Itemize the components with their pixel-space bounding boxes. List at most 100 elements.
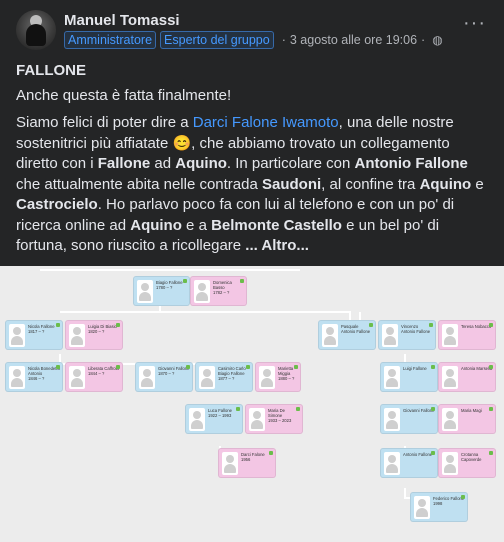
person-silhouette-icon <box>9 366 25 389</box>
record-badge-icon <box>294 365 298 369</box>
record-badge-icon <box>116 365 120 369</box>
smile-emoji-icon: 😊 <box>172 134 192 152</box>
record-badge-icon <box>186 365 190 369</box>
tree-person-card[interactable]: Federico Fallone 1998 <box>410 492 468 522</box>
bold-text: Belmonte Castello <box>211 216 342 234</box>
record-badge-icon <box>489 451 493 455</box>
tree-person-card[interactable]: Antonio Fallone <box>380 448 438 478</box>
author-name[interactable]: Manuel Tomassi <box>64 12 180 29</box>
record-badge-icon <box>56 323 60 327</box>
record-badge-icon <box>296 407 300 411</box>
record-badge-icon <box>183 279 187 283</box>
record-badge-icon <box>240 279 244 283</box>
record-badge-icon <box>236 407 240 411</box>
person-silhouette-icon <box>69 324 85 347</box>
tree-person-card[interactable]: Darci Falone 1956 <box>218 448 276 478</box>
person-silhouette-icon <box>9 324 25 347</box>
person-silhouette-icon <box>222 452 238 475</box>
tree-person-card[interactable]: Crotanna Capoverde <box>438 448 496 478</box>
person-silhouette-icon <box>382 324 398 347</box>
person-dates: 1820 – ? <box>88 329 105 334</box>
body-text-segment: Siamo felici di poter dire a <box>16 114 193 131</box>
meta-separator-2: · <box>421 33 426 47</box>
tree-person-card[interactable]: Marietta Miggia 1880 – ? <box>255 362 301 392</box>
more-options-icon[interactable]: ··· <box>463 12 486 35</box>
record-badge-icon <box>116 323 120 327</box>
tree-person-card[interactable]: Biagio Fallone 1780 – ? <box>133 276 190 306</box>
bold-text: Castrocielo <box>16 196 98 213</box>
record-badge-icon <box>431 365 435 369</box>
body-text-segment: e <box>471 175 484 193</box>
post-timestamp[interactable]: 3 agosto alle ore 19:06 <box>290 33 417 47</box>
bold-text: Antonio Fallone <box>354 155 468 172</box>
record-badge-icon <box>269 451 273 455</box>
body-text-segment: e a <box>181 216 212 234</box>
globe-icon: ◍ <box>432 33 443 47</box>
avatar-figure <box>26 24 46 46</box>
person-dates: 1877 – ? <box>218 376 235 381</box>
person-silhouette-icon <box>322 324 338 347</box>
body-text-segment: . In particolare con <box>226 155 355 172</box>
tree-person-card[interactable]: Giovanni Fallone 1870 – ? <box>135 362 193 392</box>
person-dates: 1870 – ? <box>158 371 175 376</box>
tree-person-card[interactable]: Maria De Simone 1933 – 2023 <box>245 404 303 434</box>
bold-text: Aquino <box>130 216 182 234</box>
tree-person-card[interactable]: Teresa Nobacco <box>438 320 496 350</box>
person-silhouette-icon <box>69 366 85 389</box>
person-silhouette-icon <box>259 366 275 389</box>
tree-person-card[interactable]: Nicola Fallone 1817 – ? <box>5 320 63 350</box>
person-silhouette-icon <box>442 366 458 389</box>
tree-person-card[interactable]: Pasquale Antonio Fallone <box>318 320 376 350</box>
person-dates: 1780 – ? <box>156 285 173 290</box>
post-body: Siamo felici di poter dire a Darci Falon… <box>16 113 494 257</box>
person-dates: 1844 – ? <box>88 371 105 376</box>
body-text-segment: che attualmente abita nelle contrada <box>16 175 262 193</box>
tree-person-card[interactable]: Antonia Marsella <box>438 362 496 392</box>
post-intro: Anche questa è fatta finalmente! <box>16 87 232 104</box>
tree-person-card[interactable]: Vincenzo Antonio Fallone <box>378 320 436 350</box>
see-more-link[interactable]: ... Altro... <box>245 237 309 254</box>
person-dates: 1782 – ? <box>213 290 230 295</box>
person-silhouette-icon <box>137 280 153 303</box>
record-badge-icon <box>461 495 465 499</box>
person-dates: 1956 <box>241 457 251 462</box>
tree-person-card[interactable]: Liberata Caffrola 1844 – ? <box>65 362 123 392</box>
person-silhouette-icon <box>249 408 265 431</box>
record-badge-icon <box>431 407 435 411</box>
family-tree-image[interactable]: Biagio Fallone 1780 – ? Domenica Basso 1782… <box>0 266 504 542</box>
tree-person-card[interactable]: Luigi Fallone <box>380 362 438 392</box>
bold-text: Fallone <box>97 155 151 172</box>
person-silhouette-icon <box>414 496 430 519</box>
person-silhouette-icon <box>442 452 458 475</box>
person-silhouette-icon <box>384 366 400 389</box>
record-badge-icon <box>246 365 250 369</box>
person-silhouette-icon <box>442 324 458 347</box>
person-dates: 1817 – ? <box>28 329 45 334</box>
post-header: Manuel Tomassi Amministratore Esperto de… <box>16 10 492 54</box>
tree-person-card[interactable]: Luigia Di Biasio 1820 – ? <box>65 320 123 350</box>
person-silhouette-icon <box>384 408 400 431</box>
record-badge-icon <box>429 323 433 327</box>
person-silhouette-icon <box>442 408 458 431</box>
badge-group-expert[interactable]: Esperto del gruppo <box>160 31 274 49</box>
bold-text: Aquino <box>175 155 227 172</box>
tree-person-card[interactable]: Domenica Basso 1782 – ? <box>190 276 247 306</box>
record-badge-icon <box>489 407 493 411</box>
person-silhouette-icon <box>199 366 215 389</box>
tree-person-card[interactable]: Casimiro Carlo Biagio Fallone 1877 – ? <box>195 362 253 392</box>
bold-text: Saudoni <box>262 175 322 193</box>
tree-person-card[interactable]: Maria Magi <box>438 404 496 434</box>
post-title: FALLONE <box>16 62 86 79</box>
record-badge-icon <box>431 451 435 455</box>
person-dates: 1998 <box>433 501 443 506</box>
tagged-user-link[interactable]: Darci Falone Iwamoto <box>193 114 339 131</box>
tree-person-card[interactable]: Luca Fallone 1922 – 1993 <box>185 404 243 434</box>
post-meta: Amministratore Esperto del gruppo · 3 ag… <box>64 31 443 49</box>
tree-person-card[interactable]: Giovanni Fallone <box>380 404 438 434</box>
person-silhouette-icon <box>139 366 155 389</box>
person-silhouette-icon <box>189 408 205 431</box>
avatar[interactable] <box>16 10 56 50</box>
badge-admin[interactable]: Amministratore <box>64 31 157 49</box>
tree-person-card[interactable]: Nicola Bonedetto Antonio 1846 – ? <box>5 362 63 392</box>
body-text-segment: ad <box>150 155 176 172</box>
